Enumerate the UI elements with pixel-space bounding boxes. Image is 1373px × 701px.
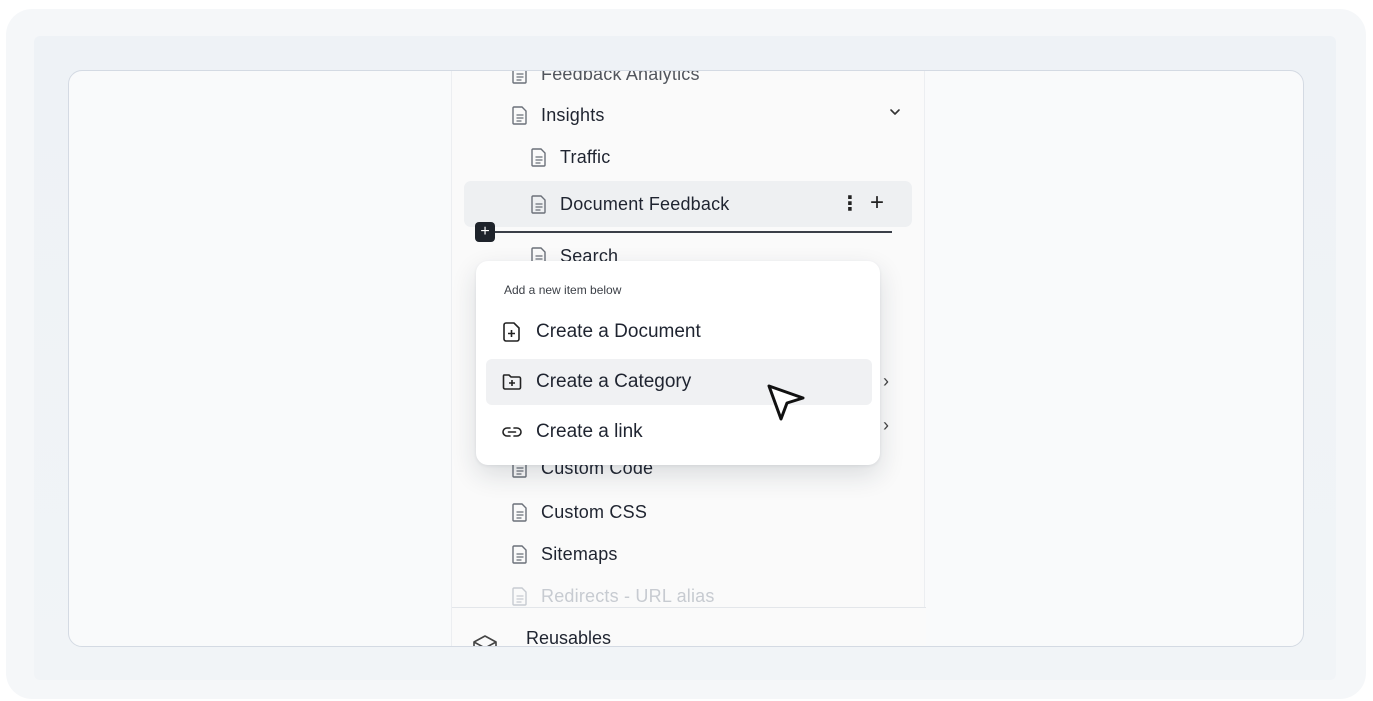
sidebar-item-feedback-analytics[interactable]: Feedback Analytics	[512, 70, 700, 93]
drop-indicator-plus-button[interactable]: +	[475, 222, 495, 242]
menu-item-label: Create a Document	[536, 321, 701, 342]
document-icon	[512, 586, 528, 606]
add-document-icon	[502, 322, 522, 342]
sidebar-item-sitemaps[interactable]: Sitemaps	[512, 535, 618, 573]
chevron-down-icon[interactable]	[888, 105, 902, 119]
document-icon	[512, 71, 528, 84]
document-icon	[512, 105, 528, 125]
create-document-menu-item[interactable]: Create a Document	[486, 309, 872, 355]
box-icon	[473, 635, 497, 646]
sidebar-item-label: Sitemaps	[541, 543, 618, 564]
add-item-button[interactable]: +	[870, 189, 884, 217]
sidebar-item-document-feedback[interactable]: Document Feedback	[531, 185, 730, 223]
drop-indicator-line	[486, 231, 892, 233]
sidebar-item-label: Traffic	[560, 146, 611, 167]
add-item-popup-menu: Add a new item below Create a Document C…	[476, 261, 880, 465]
link-icon	[502, 422, 522, 442]
create-category-menu-item[interactable]: Create a Category	[486, 359, 872, 405]
sidebar-item-traffic[interactable]: Traffic	[531, 138, 610, 176]
popup-heading: Add a new item below	[504, 283, 622, 297]
document-icon	[531, 194, 547, 214]
sidebar-item-insights[interactable]: Insights	[512, 96, 605, 134]
reusables-link[interactable]: Reusables	[526, 628, 611, 646]
menu-item-label: Create a link	[536, 421, 643, 442]
create-link-menu-item[interactable]: Create a link	[486, 409, 872, 455]
mouse-cursor-icon	[767, 384, 805, 421]
menu-item-label: Create a Category	[536, 371, 692, 392]
sidebar-footer: Reusables ↗	[452, 607, 926, 646]
sidebar-item-label: Insights	[541, 104, 605, 125]
sidebar-item-label: Custom CSS	[541, 501, 648, 522]
document-icon	[512, 544, 528, 564]
chevron-right-icon[interactable]: ›	[883, 371, 889, 392]
document-icon	[531, 147, 547, 167]
add-folder-icon	[502, 372, 522, 392]
document-icon	[512, 502, 528, 522]
more-options-icon[interactable]: ⋮	[840, 194, 860, 216]
chevron-right-icon[interactable]: ›	[883, 415, 889, 436]
external-link-icon[interactable]: ↗	[890, 642, 902, 646]
sidebar-item-label: Feedback Analytics	[541, 70, 700, 84]
sidebar-item-custom-css[interactable]: Custom CSS	[512, 493, 647, 531]
sidebar-item-label: Redirects - URL alias	[541, 585, 715, 606]
sidebar-item-label: Document Feedback	[560, 193, 730, 214]
